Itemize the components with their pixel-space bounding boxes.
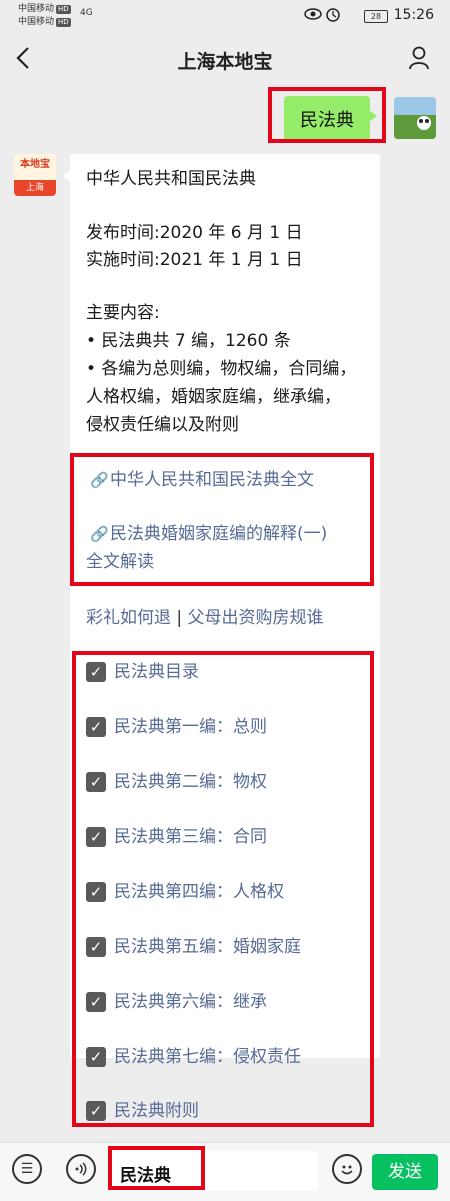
clock: 15:26 [393,7,434,23]
menu-icon[interactable]: ☰ [12,1154,42,1184]
reply-title: 中华人民共和国民法典 [86,169,256,189]
input-bar: ☰ 民法典 发送 [0,1142,450,1201]
catalog-item-4[interactable]: 民法典第四编：人格权 [114,881,284,903]
bullet-2-line-2: 人格权编，婚姻家庭编，继承编， [86,387,341,407]
catalog-item-6[interactable]: 民法典第六编：继承 [114,991,267,1013]
eye-alarm-icons [304,6,344,26]
checkbox-icon: ✓ [86,662,106,682]
checkbox-icon: ✓ [86,937,106,957]
link-marriage-interpretation-cont[interactable]: 全文解读 [86,548,154,576]
highlight-input [108,1146,205,1190]
publish-date: 发布时间:2020 年 6 月 1 日 [86,223,303,243]
link-marriage-interpretation[interactable]: 🔗民法典婚姻家庭编的解释(一) [90,520,327,548]
bullet-1: • 民法典共 7 编，1260 条 [86,331,291,351]
checkbox-icon: ✓ [86,717,106,737]
catalog-item-5[interactable]: 民法典第五编：婚姻家庭 [114,936,301,958]
checkbox-icon: ✓ [86,1101,106,1121]
catalog-item-1[interactable]: 民法典第一编：总则 [114,716,267,738]
person-icon[interactable] [408,46,430,70]
effective-date: 实施时间:2021 年 1 月 1 日 [86,250,303,270]
carrier-1: 中国移动 HD [18,4,71,14]
bot-avatar[interactable]: 本地宝 上海 [14,154,56,196]
nav-bar: 上海本地宝 [0,34,450,84]
content-heading: 主要内容: [86,303,160,323]
checkbox-icon: ✓ [86,827,106,847]
highlight-outgoing [268,87,386,143]
catalog-item-8[interactable]: 民法典附则 [114,1100,199,1122]
signal-indicator: 4G [80,8,93,18]
catalog-item-3[interactable]: 民法典第三编：合同 [114,826,267,848]
link-icon: 🔗 [90,525,109,543]
status-bar: 中国移动 HD 中国移动 HD 4G 28 15:26 [0,0,450,34]
catalog-item-2[interactable]: 民法典第二编：物权 [114,771,267,793]
user-avatar[interactable] [394,97,436,139]
checkbox-icon: ✓ [86,992,106,1012]
checkbox-icon: ✓ [86,772,106,792]
page-title: 上海本地宝 [177,51,273,73]
battery-indicator: 28 [364,10,388,23]
catalog-item-7[interactable]: 民法典第七编：侵权责任 [114,1046,301,1068]
related-links: 彩礼如何退 | 父母出资购房规谁 [86,604,324,632]
checkbox-icon: ✓ [86,1047,106,1067]
catalog-item-0[interactable]: 民法典目录 [114,661,199,683]
bullet-2-line-1: • 各编为总则编，物权编，合同编， [86,359,357,379]
related-link-bride-price[interactable]: 彩礼如何退 [86,608,171,628]
link-icon: 🔗 [90,471,109,489]
emoji-icon[interactable] [332,1154,362,1184]
related-separator: | [176,608,183,628]
voice-icon[interactable] [66,1154,96,1184]
carrier-2: 中国移动 HD [18,17,71,27]
link-civil-code-full-text[interactable]: 🔗中华人民共和国民法典全文 [90,466,314,494]
send-button[interactable]: 发送 [372,1154,438,1190]
checkbox-icon: ✓ [86,882,106,902]
bullet-2-line-3: 侵权责任编以及附则 [86,415,239,435]
related-link-house-purchase[interactable]: 父母出资购房规谁 [188,608,324,628]
